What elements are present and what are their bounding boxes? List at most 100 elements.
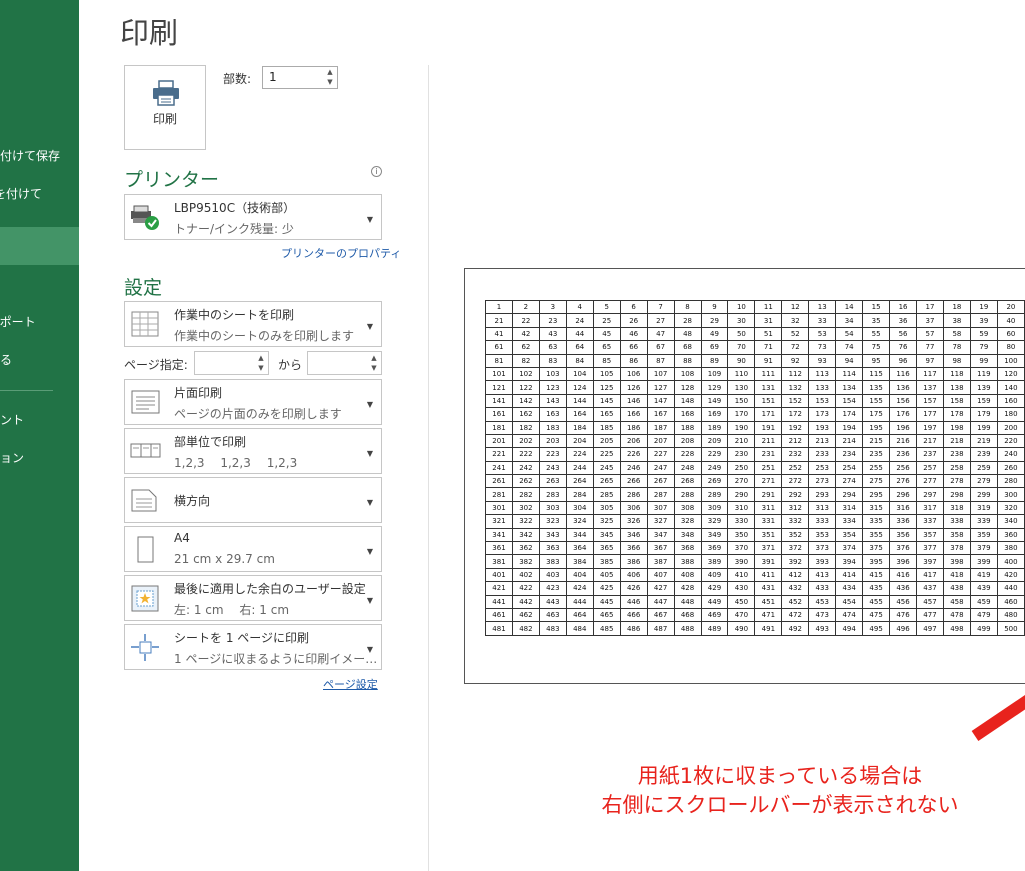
- grid-cell: 390: [727, 554, 756, 569]
- grid-cell: 58: [942, 326, 971, 342]
- grid-cell: 341: [485, 527, 513, 543]
- grid-cell: 340: [996, 514, 1025, 529]
- grid-cell: 349: [700, 527, 729, 543]
- grid-cell: 252: [781, 460, 810, 476]
- grid-cell: 13: [808, 299, 837, 315]
- grid-cell: 260: [996, 460, 1025, 476]
- grid-cell: 468: [673, 607, 702, 623]
- spin-down-icon[interactable]: ▼: [325, 78, 335, 87]
- grid-cell: 120: [996, 366, 1025, 382]
- grid-cell: 202: [511, 433, 540, 449]
- grid-cell: 163: [538, 407, 567, 422]
- printer-dropdown[interactable]: LBP9510C（技術部） トナー/インク残量: 少 ▼: [124, 194, 382, 240]
- table-row: 261 262 263 264 265 266 267 268 269 270 271 272 273 2…: [485, 474, 1025, 489]
- grid-cell: 228: [673, 447, 702, 462]
- grid-cell: 36: [889, 313, 917, 328]
- nav-item-export[interactable]: エクスポート: [0, 303, 79, 341]
- grid-cell: 454: [835, 594, 864, 609]
- spin-down-icon[interactable]: ▼: [369, 364, 379, 373]
- grid-cell: 47: [646, 326, 675, 342]
- grid-cell: 324: [565, 514, 594, 529]
- grid-cell: 56: [889, 326, 917, 342]
- grid-cell: 249: [700, 460, 729, 476]
- grid-cell: 280: [996, 474, 1025, 489]
- print-button[interactable]: 印刷: [124, 65, 206, 150]
- grid-cell: 235: [862, 447, 891, 462]
- grid-cell: 1: [485, 299, 513, 315]
- grid-cell: 60: [996, 326, 1025, 342]
- nav-item-options[interactable]: オプション: [0, 439, 79, 477]
- nav-item-print[interactable]: [0, 227, 79, 265]
- grid-cell: 151: [754, 393, 783, 409]
- chevron-down-icon: ▼: [366, 400, 373, 409]
- grid-cell: 93: [808, 353, 837, 368]
- print-what-dropdown[interactable]: 作業中のシートを印刷 作業中のシートのみを印刷します ▼: [124, 301, 382, 347]
- grid-cell: 110: [727, 366, 756, 382]
- sides-subtitle: ページの片面のみを印刷します: [174, 407, 342, 421]
- spin-up-icon[interactable]: ▲: [325, 68, 335, 77]
- table-row: 421 422 423 424 425 426 427 428 429 430 431 432 433 4…: [485, 581, 1025, 596]
- sides-title: 片面印刷: [174, 386, 223, 400]
- grid-cell: 89: [700, 353, 729, 368]
- grid-cell: 409: [700, 567, 729, 583]
- paper-size-dropdown[interactable]: A4 21 cm x 29.7 cm ▼: [124, 526, 382, 572]
- grid-cell: 466: [619, 607, 648, 623]
- page-title: 印刷: [120, 16, 179, 50]
- page-to-input[interactable]: ▲ ▼: [307, 351, 382, 375]
- grid-cell: 201: [485, 433, 513, 449]
- nav-item-close[interactable]: 閉じる: [0, 341, 79, 379]
- grid-cell: 103: [538, 366, 567, 382]
- sides-dropdown[interactable]: 片面印刷 ページの片面のみを印刷します ▼: [124, 379, 382, 425]
- grid-cell: 487: [646, 621, 675, 636]
- grid-cell: 351: [754, 527, 783, 543]
- grid-cell: 443: [538, 594, 567, 609]
- spin-down-icon[interactable]: ▼: [256, 364, 266, 373]
- grid-cell: 23: [538, 313, 567, 328]
- scaling-dropdown[interactable]: シートを 1 ページに印刷 1 ページに収まるように印刷イメー… ▼: [124, 624, 382, 670]
- nav-item-save-as[interactable]: 名前を付けて保存: [0, 137, 79, 175]
- grid-cell: 452: [781, 594, 810, 609]
- pages-to-label: から: [278, 358, 303, 372]
- grid-cell: 370: [727, 541, 756, 556]
- printer-properties-link[interactable]: プリンターのプロパティ: [281, 245, 401, 261]
- grid-cell: 91: [754, 353, 783, 368]
- page-from-input[interactable]: ▲ ▼: [194, 351, 269, 375]
- info-icon[interactable]: i: [371, 166, 382, 177]
- grid-cell: 457: [916, 594, 944, 609]
- grid-cell: 444: [565, 594, 594, 609]
- grid-cell: 290: [727, 487, 756, 502]
- grid-cell: 64: [565, 340, 594, 355]
- grid-cell: 134: [835, 380, 864, 395]
- spin-up-icon[interactable]: ▲: [256, 354, 266, 363]
- nav-item-save-with[interactable]: 印刷を付けて: [0, 175, 79, 213]
- grid-cell: 108: [673, 366, 702, 382]
- grid-cell: 157: [916, 393, 944, 409]
- grid-cell: 131: [754, 380, 783, 395]
- grid-cell: 429: [700, 581, 729, 596]
- grid-cell: 319: [969, 500, 998, 516]
- grid-cell: 446: [619, 594, 648, 609]
- spin-up-icon[interactable]: ▲: [369, 354, 379, 363]
- grid-cell: 216: [889, 433, 917, 449]
- grid-cell: 152: [781, 393, 810, 409]
- nav-item-account[interactable]: アカウント: [0, 401, 79, 439]
- margins-dropdown[interactable]: 最後に適用した余白のユーザー設定 左: 1 cm 右: 1 cm ▼: [124, 575, 382, 621]
- page-setup-link[interactable]: ページ設定: [323, 676, 378, 692]
- collation-dropdown[interactable]: 部単位で印刷 1,2,3 1,2,3 1,2,3 ▼: [124, 428, 382, 474]
- grid-cell: 270: [727, 474, 756, 489]
- grid-cell: 155: [862, 393, 891, 409]
- grid-cell: 164: [565, 407, 594, 422]
- grid-cell: 359: [969, 527, 998, 543]
- grid-cell: 170: [727, 407, 756, 422]
- grid-cell: 430: [727, 581, 756, 596]
- grid-cell: 366: [619, 541, 648, 556]
- grid-cell: 374: [835, 541, 864, 556]
- orientation-dropdown[interactable]: 横方向 ▼: [124, 477, 382, 523]
- page-range-row: ページ指定: ▲ ▼ から ▲ ▼: [124, 351, 382, 375]
- grid-cell: 243: [538, 460, 567, 476]
- grid-cell: 111: [754, 366, 783, 382]
- grid-cell: 57: [916, 326, 944, 342]
- grid-cell: 101: [485, 366, 513, 382]
- grid-cell: 350: [727, 527, 756, 543]
- copies-input[interactable]: 1 ▲ ▼: [262, 66, 338, 89]
